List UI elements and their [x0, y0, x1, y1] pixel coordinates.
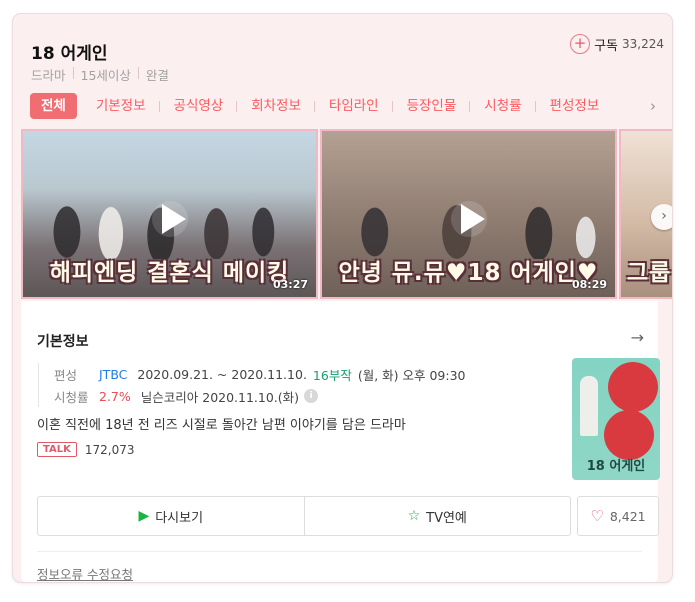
meta-age-rating: 15세이상: [80, 68, 131, 83]
plus-icon: +: [570, 34, 591, 54]
tab-bar: 전체 기본정보 공식영상 회차정보 타임라인 등장인물 시청률 편성정보: [30, 93, 613, 119]
info-rows: 편성 JTBC 2020.09.21. ~ 2020.11.10. 16부작 (…: [38, 363, 466, 407]
carousel-next-button[interactable]: ›: [651, 204, 672, 230]
tab-characters[interactable]: 등장인물: [393, 93, 471, 119]
poster-graphic: [580, 376, 598, 436]
talk-badge: TALK: [37, 442, 77, 457]
tab-label: 기본정보: [95, 98, 146, 114]
action-bar: ▶ 다시보기 ☆ TV연예 ♡ 8,421: [37, 496, 659, 536]
play-icon: [450, 201, 487, 237]
rating-label: 시청률: [54, 389, 89, 405]
video-strip: 해피엔딩 결혼식 메이킹 03:27 안녕 뮤.뮤♥18 어게인♥ 08:29 …: [21, 129, 672, 299]
heart-icon: ♡: [590, 507, 604, 525]
video-caption: 그룹: [627, 260, 672, 286]
action-button-group: ▶ 다시보기 ☆ TV연예: [37, 496, 571, 536]
arrow-right-icon[interactable]: →: [631, 328, 644, 347]
subscribe-button[interactable]: + 구독 33,224: [570, 34, 664, 54]
meta-info: 드라마 15세이상 완결: [31, 65, 169, 84]
episode-count: 16부작: [312, 367, 352, 383]
video-duration: 03:27: [272, 278, 308, 291]
air-dates: 2020.09.21. ~ 2020.11.10.: [137, 366, 307, 382]
meta-status: 완결: [145, 68, 169, 83]
video-thumbnail[interactable]: 해피엔딩 결혼식 메이킹 03:27: [21, 129, 318, 299]
rating-source: 닐슨코리아 2020.11.10.(화): [140, 389, 300, 405]
info-icon[interactable]: i: [304, 389, 319, 403]
tab-episodes[interactable]: 회차정보: [237, 93, 315, 119]
tab-official-video[interactable]: 공식영상: [160, 93, 238, 119]
play-flag-icon: ▶: [138, 508, 150, 524]
poster-graphic: [604, 410, 654, 460]
play-icon: [151, 201, 188, 237]
video-duration: 08:29: [571, 278, 607, 291]
rewatch-label: 다시보기: [155, 510, 204, 526]
schedule-row: 편성 JTBC 2020.09.21. ~ 2020.11.10. 16부작 (…: [54, 363, 466, 385]
air-days: (월, 화) 오후 09:30: [357, 367, 466, 383]
poster-graphic: [608, 362, 658, 412]
star-icon: ☆: [407, 508, 421, 524]
subscribe-count: 33,224: [622, 37, 664, 51]
like-count: 8,421: [609, 508, 646, 524]
drama-card: 18 어게인 드라마 15세이상 완결 + 구독 33,224 전체 기본정보 …: [12, 13, 673, 583]
tv-entertainment-label: TV연예: [426, 510, 467, 526]
poster-image[interactable]: 18 어게인: [572, 358, 660, 480]
tab-all[interactable]: 전체: [30, 93, 77, 119]
like-button[interactable]: ♡ 8,421: [577, 496, 659, 536]
talk-link[interactable]: TALK 172,073: [37, 442, 135, 457]
tab-label: 등장인물: [406, 98, 457, 114]
tab-label: 시청률: [484, 98, 522, 114]
schedule-label: 편성: [54, 367, 78, 383]
tab-label: 타임라인: [328, 98, 379, 114]
page-title: 18 어게인: [31, 44, 108, 64]
section-title: 기본정보: [37, 334, 89, 350]
talk-count: 172,073: [84, 442, 135, 457]
tab-label: 공식영상: [173, 98, 224, 114]
tab-timeline[interactable]: 타임라인: [315, 93, 393, 119]
basic-info-panel: 기본정보 → 편성 JTBC 2020.09.21. ~ 2020.11.10.…: [21, 301, 660, 582]
meta-genre: 드라마: [31, 68, 66, 83]
video-caption: 안녕 뮤.뮤♥18 어게인♥: [338, 260, 599, 286]
tv-entertainment-button[interactable]: ☆ TV연예: [303, 497, 571, 535]
subscribe-label: 구독: [594, 38, 618, 54]
poster-title: 18 어게인: [586, 459, 646, 474]
tab-basic-info[interactable]: 기본정보: [82, 93, 160, 119]
meta-divider: [137, 67, 139, 79]
rating-row: 시청률 2.7% 닐슨코리아 2020.11.10.(화) i: [54, 385, 466, 407]
tab-ratings[interactable]: 시청률: [470, 93, 536, 119]
rewatch-button[interactable]: ▶ 다시보기: [38, 497, 304, 535]
chevron-right-icon[interactable]: ›: [650, 97, 656, 115]
divider: [37, 551, 642, 552]
report-error-link[interactable]: 정보오류 수정요청: [37, 564, 133, 582]
broadcaster-link[interactable]: JTBC: [99, 367, 127, 382]
tab-label: 회차정보: [251, 98, 301, 114]
description: 이혼 직전에 18년 전 리즈 시절로 돌아간 남편 이야기를 담은 드라마: [37, 418, 406, 433]
video-thumbnail[interactable]: 안녕 뮤.뮤♥18 어게인♥ 08:29: [320, 129, 617, 299]
tab-schedule[interactable]: 편성정보: [536, 93, 614, 119]
meta-divider: [72, 67, 74, 79]
rating-value: 2.7%: [99, 388, 131, 404]
video-caption: 해피엔딩 결혼식 메이킹: [49, 260, 290, 286]
